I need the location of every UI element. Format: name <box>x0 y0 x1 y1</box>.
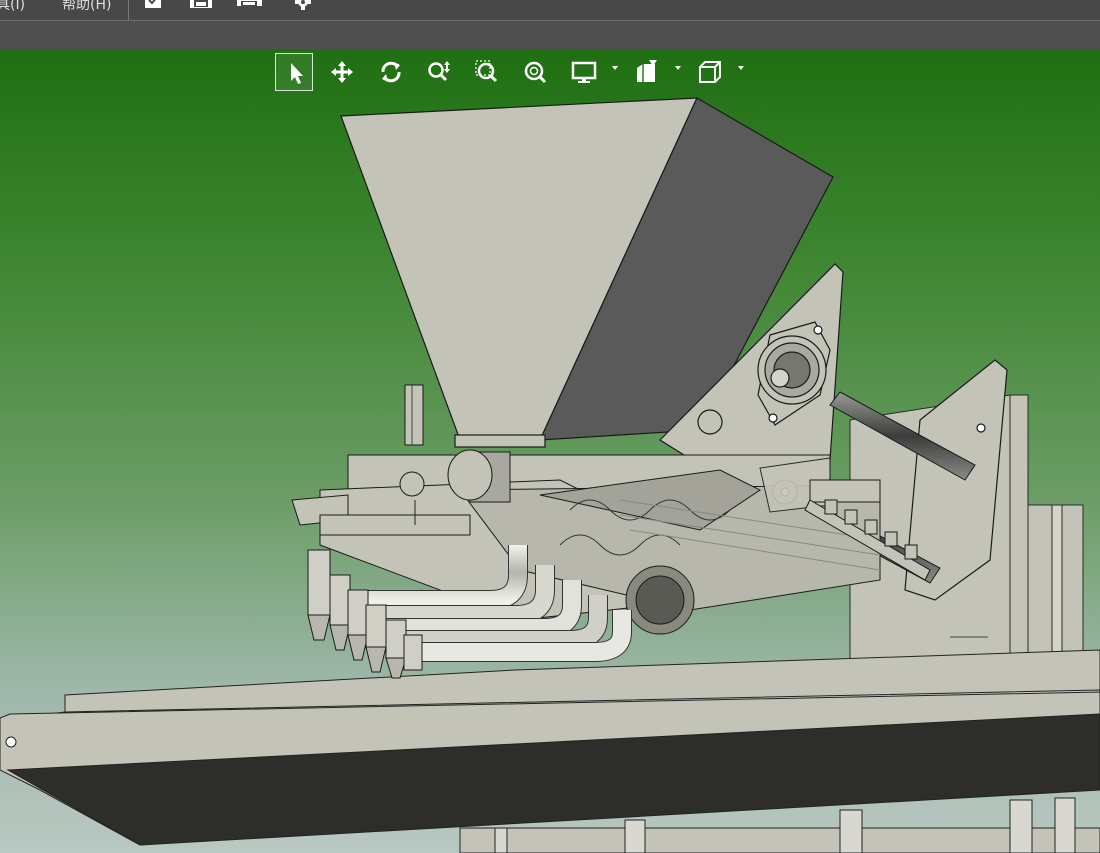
standard-views-button[interactable] <box>691 53 729 91</box>
pan-tool-button[interactable] <box>323 53 361 91</box>
monitor-icon <box>571 61 597 83</box>
menu-help[interactable]: 帮助(H) <box>62 0 111 14</box>
settings-icon[interactable] <box>290 0 316 12</box>
3d-viewport[interactable] <box>0 49 1100 853</box>
menu-tools[interactable]: 具(I) <box>0 0 25 14</box>
move-arrows-icon <box>331 61 353 83</box>
toolbar-separator <box>128 0 129 20</box>
check-document-icon[interactable] <box>142 0 168 12</box>
rotate-icon <box>381 61 401 83</box>
zoom-tool-button[interactable] <box>420 53 458 91</box>
section-view-dropdown-icon[interactable] <box>675 66 681 70</box>
zoom-window-icon <box>475 60 498 83</box>
section-view-icon <box>637 60 657 82</box>
select-tool-button[interactable] <box>275 53 313 91</box>
save-icon[interactable] <box>188 0 214 12</box>
view-toolbar <box>0 49 1100 97</box>
conveyor <box>0 649 1100 853</box>
display-style-dropdown-icon[interactable] <box>612 66 618 70</box>
menu-bar: 具(I) 帮助(H) <box>0 0 1100 21</box>
section-view-button[interactable] <box>628 53 666 91</box>
standard-views-dropdown-icon[interactable] <box>738 66 744 70</box>
print-icon[interactable] <box>236 0 263 12</box>
zoom-fit-button[interactable] <box>516 53 554 91</box>
command-strip <box>0 21 1100 49</box>
display-style-button[interactable] <box>565 53 603 91</box>
zoom-window-button[interactable] <box>468 53 506 91</box>
cursor-arrow-icon <box>291 63 303 84</box>
rotate-tool-button[interactable] <box>372 53 410 91</box>
machine-model <box>0 97 1100 853</box>
zoom-fit-icon <box>524 61 547 84</box>
cube-icon <box>699 61 721 83</box>
zoom-updown-icon <box>428 61 450 82</box>
